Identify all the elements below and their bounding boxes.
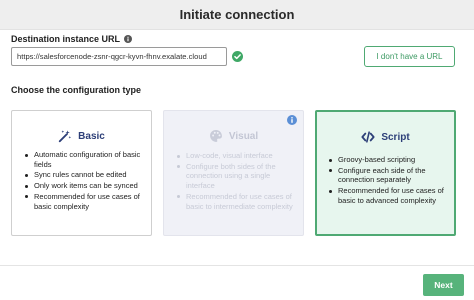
destination-url-input[interactable] [11,47,227,66]
list-item: Only work items can be synced [25,181,143,191]
dialog-title: Initiate connection [179,7,295,22]
basic-card-bullets: Automatic configuration of basic fields … [25,150,143,212]
no-url-button[interactable]: I don't have a URL [364,46,455,67]
initiate-connection-dialog: Initiate connection Destination instance… [0,0,474,300]
info-icon[interactable] [287,115,297,125]
script-config-card[interactable]: Script Groovy-based scripting Configure … [315,110,456,236]
list-item: Recommended for use cases of basic to in… [177,192,295,211]
next-button[interactable]: Next [423,274,464,296]
visual-card-header: Visual [164,129,303,143]
info-icon[interactable] [124,35,133,43]
script-card-title: Script [381,131,410,143]
list-item: Low-code, visual interface [177,151,295,161]
script-card-header: Script [317,130,454,144]
magic-wand-icon [58,130,72,143]
palette-icon [209,130,222,142]
footer-divider [0,265,474,266]
visual-config-card: Visual Low-code, visual interface Config… [163,110,304,236]
check-circle-icon [232,51,243,62]
visual-card-bullets: Low-code, visual interface Configure bot… [177,151,295,212]
list-item: Configure both sides of the connection u… [177,162,295,191]
list-item: Automatic configuration of basic fields [25,150,143,169]
list-item: Groovy-based scripting [329,155,447,165]
basic-card-header: Basic [12,129,151,143]
configuration-type-label: Choose the configuration type [11,85,142,95]
list-item: Configure each side of the connection se… [329,166,447,185]
destination-url-label-row: Destination instance URL [11,32,133,46]
list-item: Sync rules cannot be edited [25,170,143,180]
list-item: Recommended for use cases of basic compl… [25,192,143,211]
destination-url-label: Destination instance URL [11,34,121,44]
visual-card-title: Visual [228,130,259,142]
dialog-header: Initiate connection [0,0,474,30]
list-item: Recommended for use cases of basic to ad… [329,186,447,205]
basic-config-card[interactable]: Basic Automatic configuration of basic f… [11,110,152,236]
basic-card-title: Basic [78,130,105,142]
script-card-bullets: Groovy-based scripting Configure each si… [329,155,447,207]
code-icon [361,131,375,143]
